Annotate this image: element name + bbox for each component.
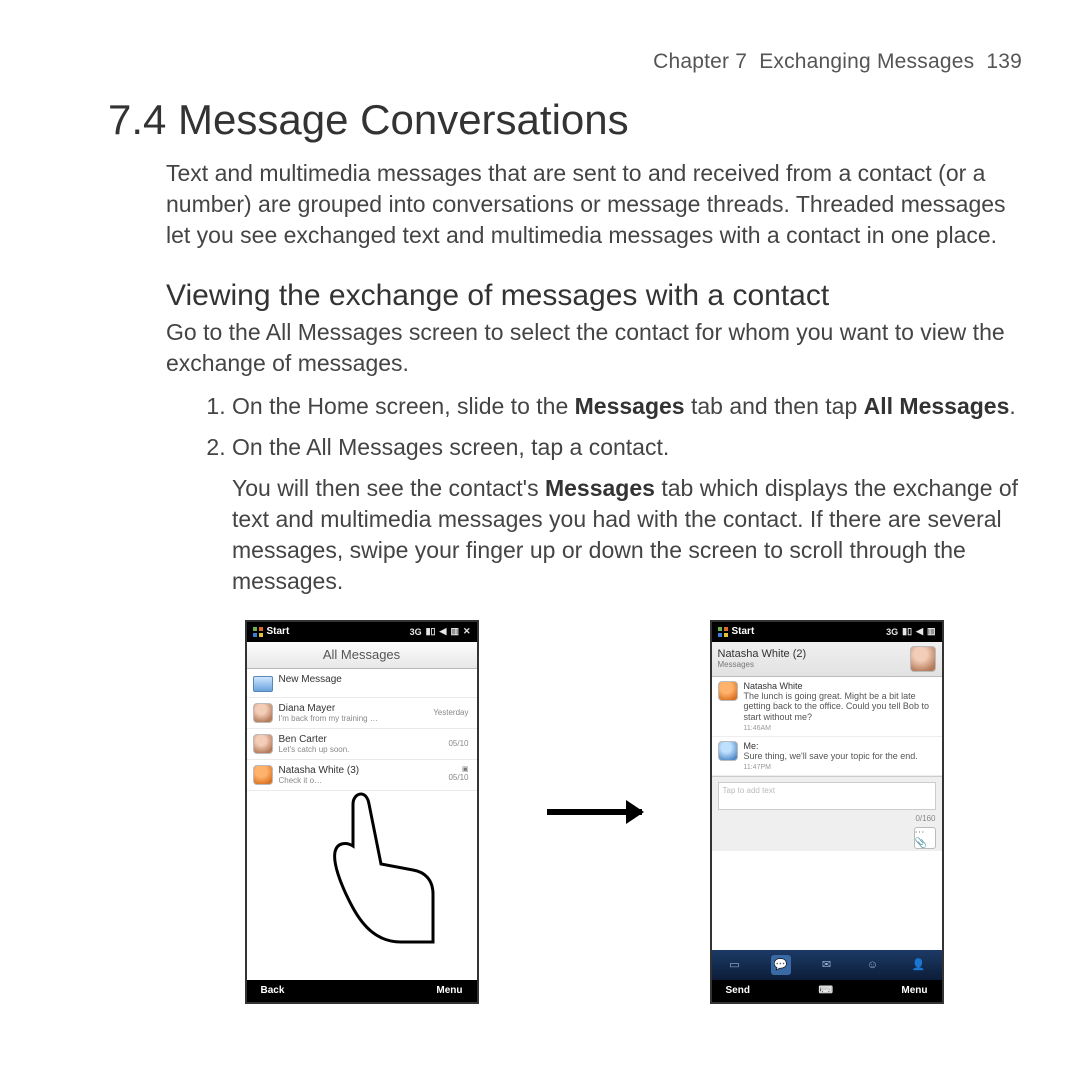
tab-call-icon[interactable]: 👤 — [909, 955, 929, 975]
char-count: 0/160 — [915, 814, 935, 823]
lead-paragraph: Go to the All Messages screen to select … — [166, 317, 1022, 379]
avatar — [253, 734, 273, 754]
message-list[interactable]: New Message Diana Mayer I'm back from my… — [247, 669, 477, 980]
tab-mail-icon[interactable]: ✉ — [817, 955, 837, 975]
tab-profile-icon[interactable]: ▭ — [725, 955, 745, 975]
softkey-right[interactable]: Menu — [901, 985, 927, 996]
sound-icon: ◀ — [916, 626, 923, 637]
new-message-row[interactable]: New Message — [247, 669, 477, 698]
softkey-right[interactable]: Menu — [436, 985, 462, 996]
list-item[interactable]: Diana Mayer I'm back from my training … … — [247, 698, 477, 729]
windows-icon — [253, 627, 263, 637]
step-2: On the All Messages screen, tap a contac… — [232, 432, 1022, 597]
phone-conversation: Start 3G ▮▯ ◀ ▥ Natasha White (2) Messag… — [710, 620, 944, 1004]
tab-messages-icon[interactable]: 💬 — [771, 955, 791, 975]
section-heading: 7.4 Message Conversations — [108, 96, 1022, 144]
windows-icon — [718, 627, 728, 637]
arrow-icon — [547, 809, 642, 815]
message-out: Me: Sure thing, we'll save your topic fo… — [712, 737, 942, 776]
start-label[interactable]: Start — [267, 626, 290, 637]
battery-icon: ▥ — [450, 626, 459, 637]
phone-all-messages: Start 3G ▮▯ ◀ ▥ ✕ All Messages New Messa… — [245, 620, 479, 1004]
status-bar: Start 3G ▮▯ ◀ ▥ ✕ — [247, 622, 477, 642]
avatar — [718, 681, 738, 701]
start-label[interactable]: Start — [732, 626, 755, 637]
signal-icon: ▮▯ — [902, 626, 912, 637]
contact-avatar — [910, 646, 936, 672]
subsection-heading: Viewing the exchange of messages with a … — [166, 279, 1022, 313]
signal-icon: ▮▯ — [426, 626, 436, 637]
tab-updates-icon[interactable]: ☺ — [863, 955, 883, 975]
attach-button[interactable]: ⋯📎 — [914, 827, 936, 849]
tab-bar: ▭ 💬 ✉ ☺ 👤 — [712, 950, 942, 980]
page-number: 139 — [986, 50, 1022, 73]
figure: Start 3G ▮▯ ◀ ▥ ✕ All Messages New Messa… — [166, 620, 1022, 1004]
mms-icon: ▣ — [462, 765, 469, 773]
running-header: Chapter 7 Exchanging Messages 139 — [108, 50, 1022, 74]
compose-input[interactable]: Tap to add text — [718, 782, 936, 810]
sound-icon: ◀ — [440, 626, 447, 637]
compose-area: Tap to add text 0/160 ⋯📎 — [712, 776, 942, 851]
step-list: On the Home screen, slide to the Message… — [166, 391, 1022, 597]
status-bar: Start 3G ▮▯ ◀ ▥ — [712, 622, 942, 642]
list-item[interactable]: Natasha White (3) Check it o… ▣ 05/10 — [247, 760, 477, 791]
step-1: On the Home screen, slide to the Message… — [232, 391, 1022, 422]
chapter-label: Chapter 7 — [653, 50, 747, 73]
chapter-title: Exchanging Messages — [759, 50, 974, 73]
keyboard-icon[interactable]: ⌨ — [818, 985, 832, 996]
softkey-bar: Back Menu — [247, 980, 477, 1002]
close-icon[interactable]: ✕ — [463, 626, 471, 637]
avatar — [253, 765, 273, 785]
avatar — [253, 703, 273, 723]
contact-header[interactable]: Natasha White (2) Messages — [712, 642, 942, 677]
intro-paragraph: Text and multimedia messages that are se… — [166, 158, 1022, 251]
new-message-icon — [253, 676, 273, 692]
softkey-left[interactable]: Send — [726, 985, 750, 996]
threeg-icon: 3G — [886, 627, 898, 637]
softkey-left[interactable]: Back — [261, 985, 285, 996]
screen-title: All Messages — [247, 642, 477, 669]
softkey-bar: Send ⌨ Menu — [712, 980, 942, 1002]
avatar — [718, 741, 738, 761]
threeg-icon: 3G — [410, 627, 422, 637]
conversation-thread[interactable]: Natasha White The lunch is going great. … — [712, 677, 942, 950]
message-in: Natasha White The lunch is going great. … — [712, 677, 942, 737]
list-item[interactable]: Ben Carter Let's catch up soon. 05/10 — [247, 729, 477, 760]
battery-icon: ▥ — [927, 626, 936, 637]
